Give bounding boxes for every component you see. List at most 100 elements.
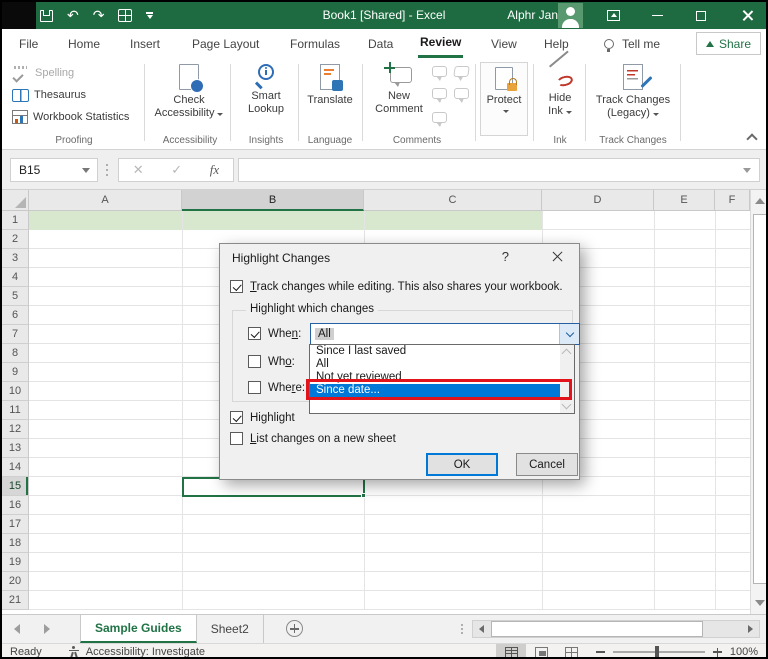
sheet-tab-sheet2[interactable]: Sheet2 xyxy=(197,615,264,643)
previous-sheet-icon[interactable] xyxy=(14,624,20,634)
zoom-percentage[interactable]: 100% xyxy=(730,646,758,657)
scroll-up-icon[interactable] xyxy=(561,348,572,359)
row-header[interactable]: 10 xyxy=(2,382,29,401)
row-header-selected[interactable]: 15 xyxy=(2,477,29,496)
row-header[interactable]: 13 xyxy=(2,439,29,458)
row-header[interactable]: 18 xyxy=(2,534,29,553)
row-header[interactable]: 4 xyxy=(2,268,29,287)
tab-help[interactable]: Help xyxy=(542,29,571,58)
column-header-d[interactable]: D xyxy=(542,190,654,211)
zoom-in-icon[interactable] xyxy=(713,647,722,657)
ok-button[interactable]: OK xyxy=(426,453,498,476)
row-header[interactable]: 6 xyxy=(2,306,29,325)
vertical-scroll-thumb[interactable] xyxy=(753,214,766,584)
row-header[interactable]: 12 xyxy=(2,420,29,439)
account-name[interactable]: Alphr Jan xyxy=(507,8,558,22)
row-header[interactable]: 8 xyxy=(2,344,29,363)
page-layout-view-button[interactable] xyxy=(526,644,556,657)
zoom-slider-thumb[interactable] xyxy=(655,646,659,657)
translate-button[interactable]: Translate xyxy=(302,64,358,107)
tab-home[interactable]: Home xyxy=(66,29,102,58)
row-header[interactable]: 21 xyxy=(2,591,29,610)
column-header-f[interactable]: F xyxy=(715,190,750,211)
hide-ink-button[interactable]: Hide Ink xyxy=(538,50,582,118)
insert-function-icon[interactable]: fx xyxy=(210,162,219,178)
share-button[interactable]: Share xyxy=(695,32,761,55)
who-checkbox[interactable] xyxy=(248,355,261,368)
tab-formulas[interactable]: Formulas xyxy=(288,29,342,58)
enter-formula-icon[interactable]: ✓ xyxy=(171,162,182,178)
when-combobox[interactable]: All xyxy=(310,323,580,345)
name-box[interactable]: B15 xyxy=(10,158,98,182)
row-header[interactable]: 9 xyxy=(2,363,29,382)
scroll-right-icon[interactable] xyxy=(748,625,753,633)
show-comments-icon[interactable] xyxy=(454,88,469,103)
tell-me-box[interactable]: Tell me xyxy=(602,29,662,58)
dialog-help-button[interactable]: ? xyxy=(502,249,509,264)
column-header-a[interactable]: A xyxy=(29,190,182,211)
row-header[interactable]: 5 xyxy=(2,287,29,306)
column-header-c[interactable]: C xyxy=(364,190,542,211)
dialog-close-button[interactable] xyxy=(537,244,579,270)
track-changes-legacy-button[interactable]: Track Changes (Legacy) xyxy=(590,64,676,120)
when-combobox-dropdown-button[interactable] xyxy=(559,324,579,344)
fill-handle[interactable] xyxy=(361,493,366,498)
scroll-left-icon[interactable] xyxy=(479,625,484,633)
vertical-scrollbar[interactable] xyxy=(750,190,766,614)
row-header[interactable]: 14 xyxy=(2,458,29,477)
row-header[interactable]: 11 xyxy=(2,401,29,420)
row-header[interactable]: 1 xyxy=(2,211,29,230)
row-header[interactable]: 7 xyxy=(2,325,29,344)
avatar[interactable] xyxy=(558,3,583,28)
scroll-up-icon[interactable] xyxy=(755,198,765,204)
next-comment-icon[interactable] xyxy=(432,88,447,103)
where-checkbox[interactable] xyxy=(248,381,261,394)
delete-comment-icon[interactable] xyxy=(432,66,447,81)
row-header[interactable]: 17 xyxy=(2,515,29,534)
tab-page-layout[interactable]: Page Layout xyxy=(190,29,261,58)
tab-file[interactable]: File xyxy=(17,29,40,58)
list-changes-checkbox[interactable] xyxy=(230,432,243,445)
protect-button[interactable]: Protect xyxy=(480,62,528,136)
column-header-e[interactable]: E xyxy=(654,190,715,211)
zoom-out-icon[interactable] xyxy=(596,651,605,653)
formula-input[interactable] xyxy=(238,158,760,182)
sheet-tab-sample-guides[interactable]: Sample Guides xyxy=(80,615,197,643)
spelling-button[interactable]: Spelling xyxy=(12,64,74,82)
when-checkbox[interactable] xyxy=(248,327,261,340)
column-header-b[interactable]: B xyxy=(182,190,364,211)
tab-insert[interactable]: Insert xyxy=(128,29,162,58)
cancel-formula-icon[interactable]: ✕ xyxy=(133,162,144,178)
minimize-button[interactable] xyxy=(640,2,674,29)
select-all-corner[interactable] xyxy=(2,190,29,211)
next-sheet-icon[interactable] xyxy=(44,624,50,634)
highlight-on-screen-checkbox[interactable] xyxy=(230,411,243,424)
tab-view[interactable]: View xyxy=(489,29,519,58)
selected-cell-b15[interactable] xyxy=(182,477,366,498)
workbook-statistics-button[interactable]: Workbook Statistics xyxy=(12,108,129,126)
tab-review[interactable]: Review xyxy=(418,29,464,58)
horizontal-scroll-thumb[interactable] xyxy=(491,621,703,637)
dropdown-item[interactable]: All xyxy=(310,358,574,371)
zoom-slider[interactable] xyxy=(613,646,705,657)
expand-formula-bar-icon[interactable] xyxy=(743,168,751,173)
cancel-button[interactable]: Cancel xyxy=(516,453,578,476)
row-header[interactable]: 16 xyxy=(2,496,29,515)
collapse-ribbon-icon[interactable] xyxy=(746,133,758,145)
maximize-button[interactable] xyxy=(684,2,718,29)
horizontal-scrollbar[interactable] xyxy=(472,620,760,638)
page-break-view-button[interactable] xyxy=(556,644,586,657)
tab-data[interactable]: Data xyxy=(366,29,395,58)
scroll-down-icon[interactable] xyxy=(755,600,765,606)
new-sheet-icon[interactable] xyxy=(285,620,303,637)
smart-lookup-button[interactable]: Smart Lookup xyxy=(236,64,296,116)
previous-comment-icon[interactable] xyxy=(453,66,470,77)
close-button[interactable] xyxy=(730,2,764,29)
row-header[interactable]: 2 xyxy=(2,230,29,249)
track-changes-checkbox[interactable] xyxy=(230,280,243,293)
row-header[interactable]: 3 xyxy=(2,249,29,268)
ribbon-display-options-button[interactable] xyxy=(596,2,630,29)
dropdown-item[interactable]: Since I last saved xyxy=(310,345,574,358)
new-comment-button[interactable]: New Comment xyxy=(370,62,428,116)
show-ink-comment-icon[interactable] xyxy=(432,112,447,127)
